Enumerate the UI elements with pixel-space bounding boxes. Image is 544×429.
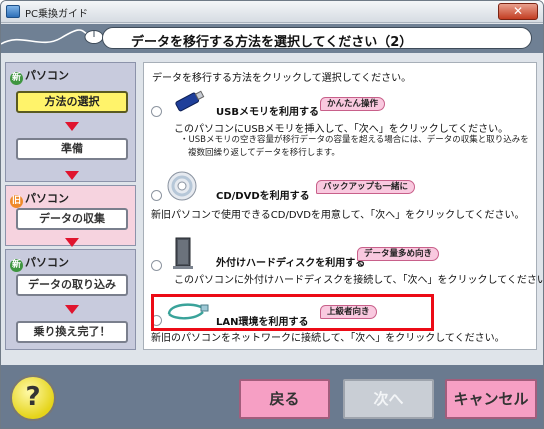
external-hdd-radio[interactable] [151, 260, 162, 271]
main-window: PC乗換ガイド ✕ データを移行する方法を選択してください（2） 新パソコン 方… [0, 0, 544, 429]
step-data-collection: データの収集 [16, 208, 128, 230]
mouse-icon [1, 29, 104, 45]
old-pc-label: パソコン [25, 192, 69, 205]
usb-radio[interactable] [151, 106, 162, 117]
old-badge-icon: 旧 [10, 195, 23, 208]
usb-note-line2: 複数回繰り返してデータを移行します。 [188, 148, 340, 158]
step-complete: 乗り換え完了！ [16, 321, 128, 343]
help-button[interactable]: ? [10, 375, 56, 421]
external-hdd-icon [173, 237, 193, 269]
instruction-text: データを移行する方法をクリックして選択してください。 [152, 73, 412, 84]
new-pc-label: パソコン [25, 69, 69, 82]
new-badge-icon: 新 [10, 72, 23, 85]
lan-highlight-box [151, 294, 434, 331]
header-title-pill: データを移行する方法を選択してください（2） [102, 27, 532, 50]
header-banner: データを移行する方法を選択してください（2） [1, 24, 543, 53]
step-data-import: データの取り込み [16, 274, 128, 296]
old-pc-heading: 旧パソコン [10, 190, 69, 208]
cd-dvd-icon [167, 171, 197, 201]
new-pc-heading: 新パソコン [10, 67, 69, 85]
down-arrow-icon [65, 305, 79, 314]
page-title: データを移行する方法を選択してください（2） [131, 35, 413, 50]
usb-note-line1: ・USBメモリの空き容量が移行データの容量を超える場合には、データの収集と取り込… [180, 135, 529, 145]
next-button[interactable]: 次へ [343, 379, 434, 419]
usb-tag: かんたん操作 [320, 97, 386, 111]
cd-dvd-tag: バックアップも一緒に [316, 180, 416, 194]
usb-memory-icon [175, 90, 205, 112]
usb-description: このパソコンにUSBメモリを挿入して、「次へ」をクリックしてください。 [174, 124, 509, 135]
step-preparation: 準備 [16, 138, 128, 160]
new-pc-section: 新パソコン 方法の選択 準備 [5, 62, 136, 182]
external-hdd-option-title[interactable]: 外付けハードディスクを利用する [216, 254, 365, 269]
footer-bar: ? 戻る 次へ キャンセル [1, 365, 543, 428]
cd-dvd-description: 新旧パソコンで使用できるCD/DVDを用意して、「次へ」をクリックしてください。 [151, 210, 525, 221]
new-pc-import-heading: 新パソコン [10, 254, 69, 272]
step-sidebar: 新パソコン 方法の選択 準備 旧パソコン データの収集 新パソコン データの取り… [5, 62, 136, 350]
external-hdd-tag: データ量多め向き [357, 247, 440, 261]
lan-description: 新旧のパソコンをネットワークに接続して、「次へ」をクリックしてください。 [151, 333, 505, 344]
app-icon [6, 5, 20, 18]
down-arrow-icon [65, 122, 79, 131]
down-arrow-icon [65, 171, 79, 180]
title-bar: PC乗換ガイド ✕ [1, 1, 543, 23]
cd-dvd-radio[interactable] [151, 190, 162, 201]
close-button[interactable]: ✕ [498, 3, 538, 20]
back-button[interactable]: 戻る [239, 379, 330, 419]
new-badge-icon: 新 [10, 259, 23, 272]
new-pc-import-section: 新パソコン データの取り込み 乗り換え完了！ [5, 249, 136, 350]
cancel-button[interactable]: キャンセル [445, 379, 537, 419]
cd-dvd-option-title[interactable]: CD/DVDを利用する [216, 187, 310, 202]
new-pc-import-label: パソコン [25, 256, 69, 269]
old-pc-section: 旧パソコン データの収集 [5, 185, 136, 247]
step-method-selection: 方法の選択 [16, 91, 128, 113]
method-selection-panel: データを移行する方法をクリックして選択してください。 USBメモリを利用する か… [143, 62, 543, 350]
down-arrow-icon [65, 238, 79, 247]
usb-option-title[interactable]: USBメモリを利用する [216, 103, 319, 118]
window-title: PC乗換ガイド [25, 9, 89, 20]
external-hdd-description: このパソコンに外付けハードディスクを接続して、「次へ」をクリックしてください。 [174, 275, 544, 286]
